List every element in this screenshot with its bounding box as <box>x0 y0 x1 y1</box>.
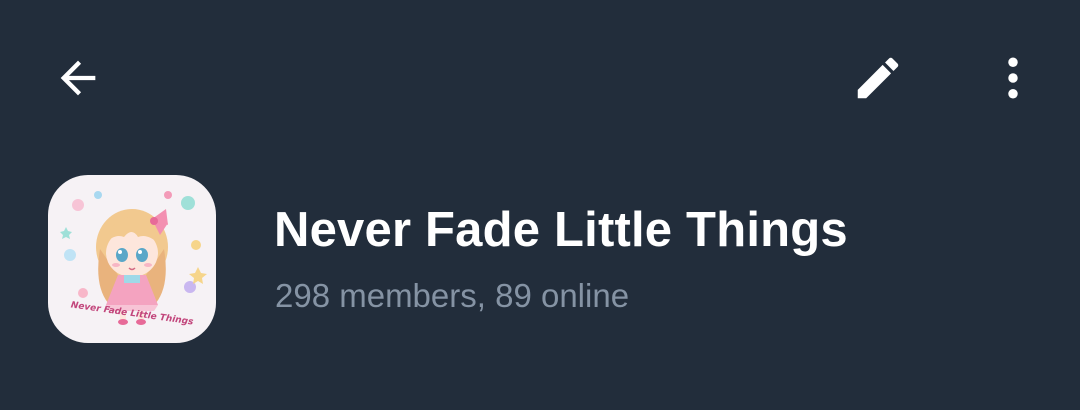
group-member-status: 298 members, 89 online <box>275 277 630 314</box>
group-avatar[interactable]: Never Fade Little Things <box>48 175 216 343</box>
arrow-left-icon <box>60 60 96 96</box>
edit-button[interactable] <box>838 38 918 118</box>
back-button[interactable] <box>38 38 118 118</box>
group-name: Never Fade Little Things <box>274 203 848 257</box>
top-app-bar <box>0 0 1080 160</box>
pencil-icon <box>857 57 899 99</box>
more-vertical-icon <box>1008 57 1018 99</box>
more-options-button[interactable] <box>973 38 1053 118</box>
